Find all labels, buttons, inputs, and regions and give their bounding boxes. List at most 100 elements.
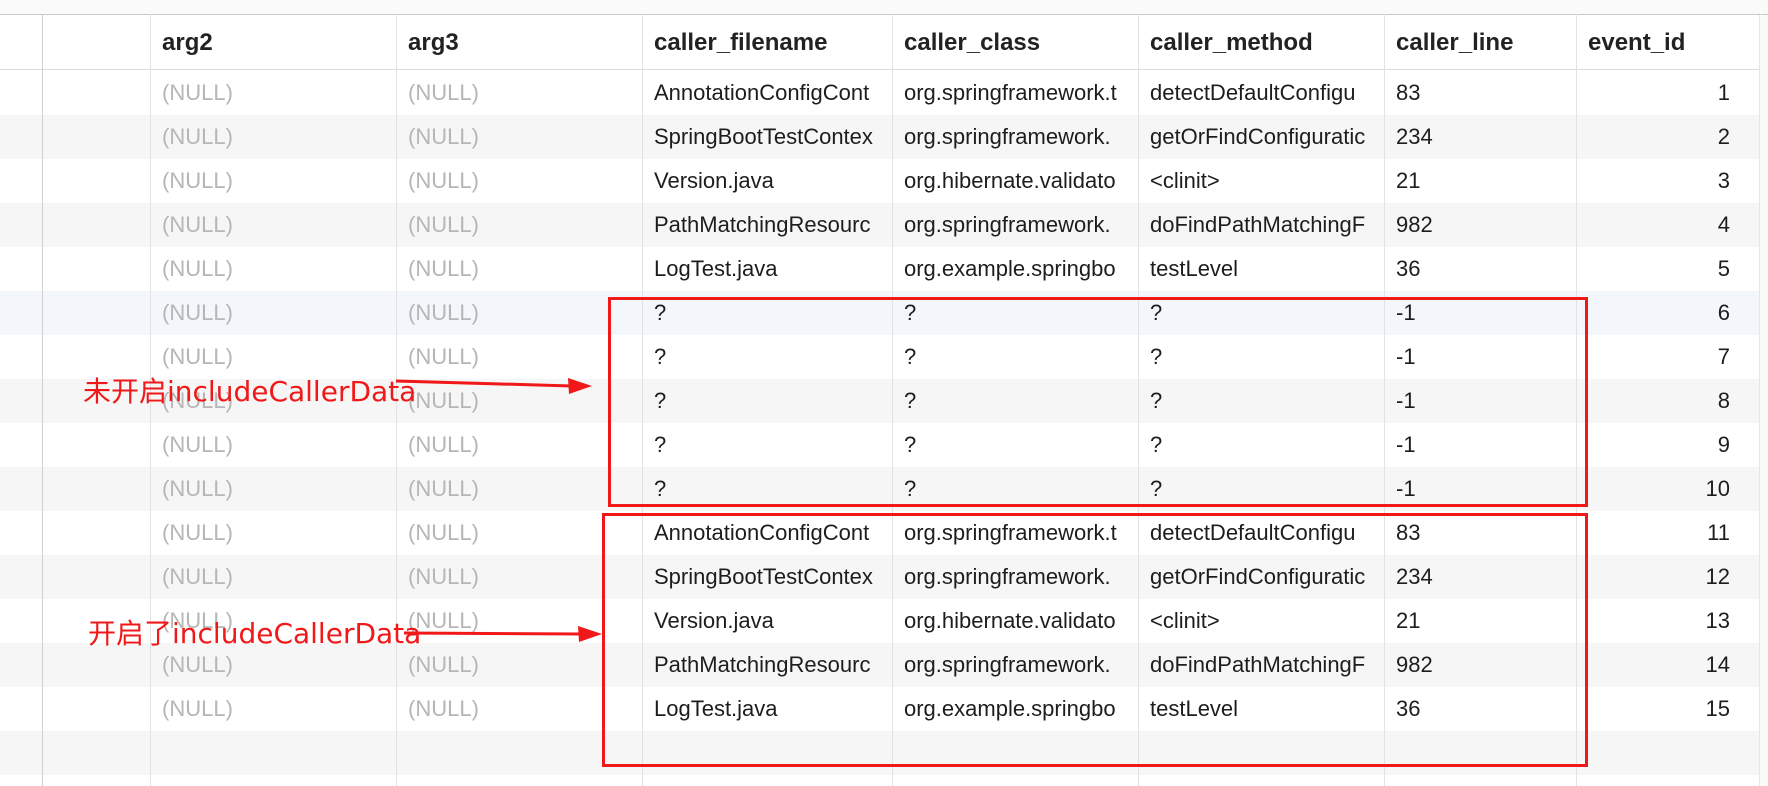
column-header-caller-class[interactable]: caller_class [892, 15, 1138, 69]
cell-caller-filename[interactable]: ? [642, 335, 892, 379]
table-row[interactable]: (NULL) (NULL) SpringBootTestContex org.spri… [0, 115, 1768, 159]
column-header-caller-line[interactable]: caller_line [1384, 15, 1576, 69]
cell-caller-filename[interactable]: SpringBootTestContex [642, 555, 892, 599]
cell-caller-line[interactable]: 234 [1384, 555, 1576, 599]
cell-arg3[interactable]: (NULL) [396, 467, 642, 511]
cell-caller-line[interactable]: 83 [1384, 71, 1576, 115]
table-row[interactable]: (NULL) (NULL) LogTest.java org.example.spri… [0, 687, 1768, 731]
cell-caller-class[interactable]: org.example.springbo [892, 247, 1138, 291]
cell-arg3[interactable]: (NULL) [396, 203, 642, 247]
cell-caller-filename[interactable]: PathMatchingResourc [642, 203, 892, 247]
cell-caller-method[interactable]: ? [1138, 379, 1384, 423]
cell-arg2[interactable]: (NULL) [150, 71, 396, 115]
cell-arg3[interactable]: (NULL) [396, 599, 642, 643]
cell-arg2[interactable]: (NULL) [150, 291, 396, 335]
cell-arg3[interactable]: (NULL) [396, 335, 642, 379]
cell-caller-filename[interactable]: SpringBootTestContex [642, 115, 892, 159]
cell-caller-line[interactable]: 21 [1384, 599, 1576, 643]
cell-caller-class[interactable]: org.springframework. [892, 203, 1138, 247]
cell-event-id[interactable]: 14 [1576, 643, 1758, 687]
cell-event-id[interactable]: 15 [1576, 687, 1758, 731]
cell-arg3[interactable]: (NULL) [396, 555, 642, 599]
cell-event-id[interactable]: 4 [1576, 203, 1758, 247]
cell-caller-method[interactable]: testLevel [1138, 687, 1384, 731]
cell-event-id[interactable]: 1 [1576, 71, 1758, 115]
cell-caller-line[interactable]: 982 [1384, 643, 1576, 687]
cell-caller-line[interactable]: 234 [1384, 115, 1576, 159]
cell-arg3[interactable]: (NULL) [396, 643, 642, 687]
cell-caller-filename[interactable]: Version.java [642, 599, 892, 643]
vertical-scrollbar[interactable] [1759, 15, 1768, 786]
cell-event-id[interactable]: 12 [1576, 555, 1758, 599]
column-header-arg2[interactable]: arg2 [150, 15, 396, 69]
cell-arg2[interactable]: (NULL) [150, 159, 396, 203]
column-header-event-id[interactable]: event_id [1576, 15, 1758, 69]
cell-event-id[interactable]: 8 [1576, 379, 1758, 423]
cell-arg2[interactable]: (NULL) [150, 247, 396, 291]
cell-caller-line[interactable]: -1 [1384, 335, 1576, 379]
cell-caller-class[interactable]: org.springframework. [892, 643, 1138, 687]
cell-caller-filename[interactable]: LogTest.java [642, 247, 892, 291]
cell-caller-class[interactable]: org.springframework.t [892, 511, 1138, 555]
cell-arg2[interactable]: (NULL) [150, 423, 396, 467]
cell-caller-filename[interactable]: AnnotationConfigCont [642, 71, 892, 115]
cell-caller-class[interactable]: org.springframework. [892, 115, 1138, 159]
cell-caller-class[interactable]: org.springframework.t [892, 71, 1138, 115]
cell-caller-line[interactable]: 982 [1384, 203, 1576, 247]
cell-event-id[interactable]: 5 [1576, 247, 1758, 291]
cell-caller-class[interactable]: org.hibernate.validato [892, 159, 1138, 203]
cell-event-id[interactable]: 11 [1576, 511, 1758, 555]
cell-arg3[interactable]: (NULL) [396, 115, 642, 159]
cell-caller-class[interactable]: ? [892, 379, 1138, 423]
cell-arg2[interactable]: (NULL) [150, 203, 396, 247]
cell-arg3[interactable]: (NULL) [396, 71, 642, 115]
cell-caller-line[interactable]: 36 [1384, 687, 1576, 731]
table-row-empty[interactable] [0, 731, 1768, 775]
table-row[interactable]: (NULL) (NULL)??? -1 6 [0, 291, 1768, 335]
table-row[interactable]: (NULL) (NULL) AnnotationConfigCont org.spri… [0, 511, 1768, 555]
cell-caller-filename[interactable]: Version.java [642, 159, 892, 203]
cell-caller-class[interactable]: org.hibernate.validato [892, 599, 1138, 643]
cell-caller-filename[interactable]: ? [642, 291, 892, 335]
cell-caller-method[interactable]: doFindPathMatchingF [1138, 203, 1384, 247]
cell-event-id[interactable]: 13 [1576, 599, 1758, 643]
cell-caller-method[interactable]: detectDefaultConfigu [1138, 511, 1384, 555]
cell-caller-line[interactable]: 36 [1384, 247, 1576, 291]
cell-caller-line[interactable]: -1 [1384, 467, 1576, 511]
cell-caller-line[interactable]: -1 [1384, 379, 1576, 423]
cell-caller-line[interactable]: 83 [1384, 511, 1576, 555]
cell-caller-method[interactable]: getOrFindConfiguratic [1138, 555, 1384, 599]
cell-arg2[interactable]: (NULL) [150, 115, 396, 159]
table-row[interactable]: (NULL) (NULL) Version.java org.hibernate.va… [0, 159, 1768, 203]
table-row[interactable]: (NULL) (NULL)??? -1 10 [0, 467, 1768, 511]
cell-caller-filename[interactable]: ? [642, 379, 892, 423]
cell-caller-filename[interactable]: AnnotationConfigCont [642, 511, 892, 555]
cell-arg3[interactable]: (NULL) [396, 247, 642, 291]
cell-caller-filename[interactable]: PathMatchingResourc [642, 643, 892, 687]
cell-caller-line[interactable]: 21 [1384, 159, 1576, 203]
cell-caller-class[interactable]: org.springframework. [892, 555, 1138, 599]
cell-caller-line[interactable]: -1 [1384, 291, 1576, 335]
cell-arg3[interactable]: (NULL) [396, 379, 642, 423]
column-header-caller-filename[interactable]: caller_filename [642, 15, 892, 69]
cell-event-id[interactable]: 6 [1576, 291, 1758, 335]
cell-event-id[interactable]: 10 [1576, 467, 1758, 511]
cell-arg2[interactable]: (NULL) [150, 687, 396, 731]
cell-arg3[interactable]: (NULL) [396, 423, 642, 467]
column-header-caller-method[interactable]: caller_method [1138, 15, 1384, 69]
cell-arg2[interactable]: (NULL) [150, 467, 396, 511]
cell-caller-filename[interactable]: ? [642, 467, 892, 511]
table-row[interactable]: (NULL) (NULL) AnnotationConfigCont org.spri… [0, 71, 1768, 115]
cell-event-id[interactable]: 2 [1576, 115, 1758, 159]
cell-caller-filename[interactable]: LogTest.java [642, 687, 892, 731]
cell-caller-class[interactable]: org.example.springbo [892, 687, 1138, 731]
cell-caller-method[interactable]: detectDefaultConfigu [1138, 71, 1384, 115]
cell-arg2[interactable]: (NULL) [150, 555, 396, 599]
cell-arg3[interactable]: (NULL) [396, 687, 642, 731]
cell-arg2[interactable]: (NULL) [150, 511, 396, 555]
table-row[interactable]: (NULL) (NULL)??? -1 9 [0, 423, 1768, 467]
cell-caller-method[interactable]: ? [1138, 467, 1384, 511]
cell-arg3[interactable]: (NULL) [396, 159, 642, 203]
cell-caller-class[interactable]: ? [892, 335, 1138, 379]
table-row[interactable]: (NULL) (NULL) PathMatchingResourc org.sprin… [0, 203, 1768, 247]
